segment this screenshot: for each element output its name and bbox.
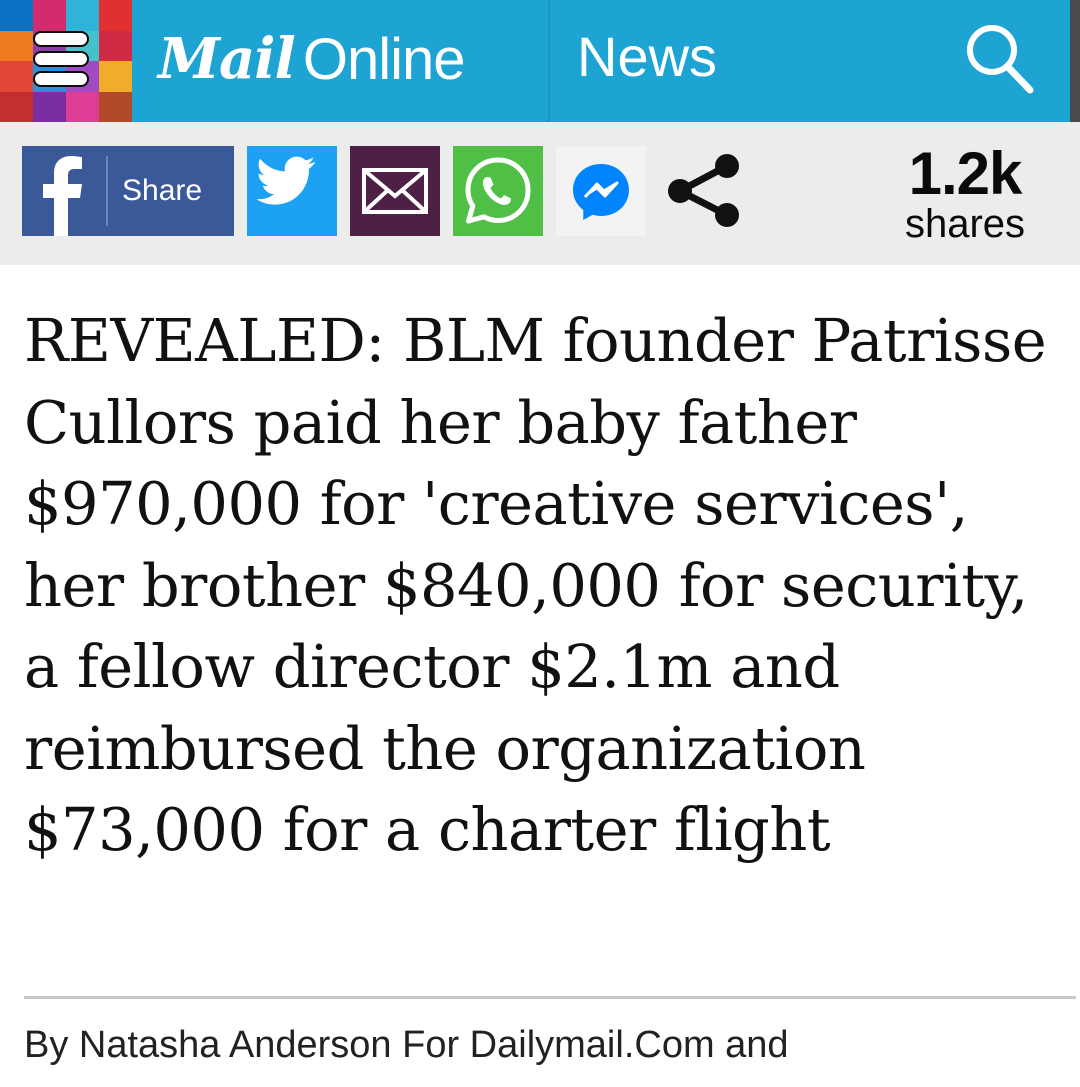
- top-nav-bar: Mail Online News: [0, 0, 1080, 122]
- twitter-icon: [256, 156, 316, 205]
- logo-mail-text: Mail: [158, 26, 296, 92]
- facebook-icon: [43, 156, 82, 236]
- more-share-button[interactable]: [658, 146, 748, 236]
- facebook-share-button[interactable]: Share: [22, 146, 234, 236]
- twitter-share-button[interactable]: [247, 146, 337, 236]
- header-divider: [548, 0, 550, 122]
- section-news-link[interactable]: News: [577, 24, 717, 89]
- email-icon: [362, 168, 428, 214]
- hamburger-menu-icon[interactable]: [27, 25, 95, 93]
- article-headline: REVEALED: BLM founder Patrisse Cullors p…: [24, 306, 1047, 864]
- search-icon[interactable]: [958, 14, 1042, 98]
- email-share-button[interactable]: [350, 146, 440, 236]
- facebook-share-label: Share: [122, 174, 203, 207]
- messenger-icon: [573, 164, 629, 220]
- share-count-number: 1.2k: [908, 140, 1023, 207]
- share-bar: Share 1.2k shares: [0, 122, 1080, 265]
- site-logo[interactable]: Mail Online: [158, 14, 466, 104]
- whatsapp-share-button[interactable]: [453, 146, 543, 236]
- scroll-edge: [1070, 0, 1080, 122]
- whatsapp-icon: [465, 157, 531, 224]
- facebook-button-divider: [106, 156, 108, 226]
- share-icon: [668, 154, 739, 227]
- share-count-label: shares: [904, 202, 1026, 246]
- messenger-share-button[interactable]: [556, 146, 646, 236]
- logo-online-text: Online: [302, 26, 466, 92]
- byline-divider: [24, 996, 1076, 999]
- share-count: 1.2k shares: [890, 140, 1040, 246]
- article-byline: By Natasha Anderson For Dailymail.Com an…: [24, 1024, 789, 1066]
